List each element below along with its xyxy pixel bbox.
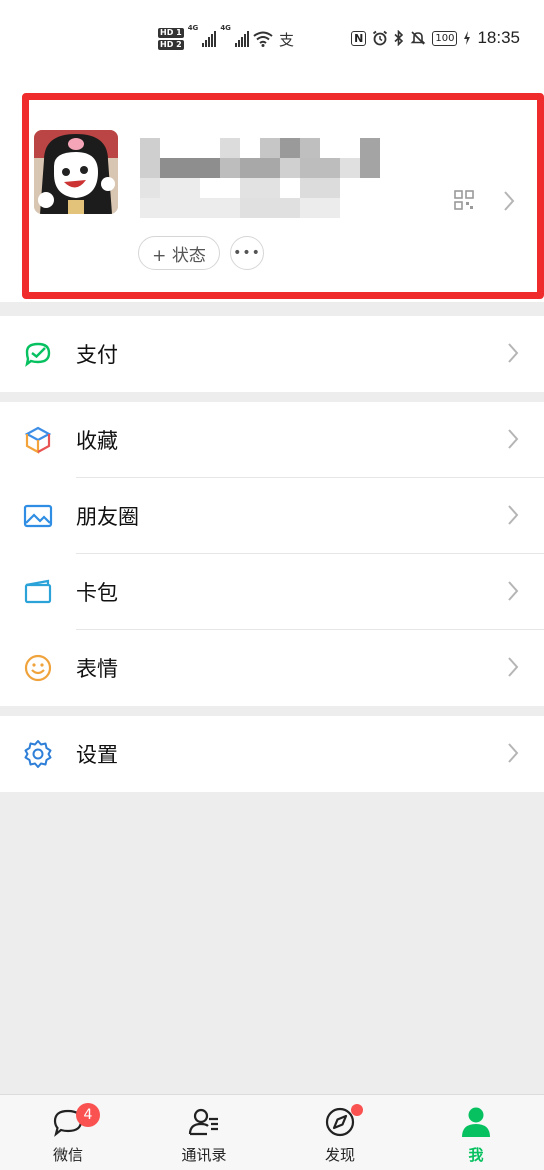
status-bar: HD 1 HD 2 4G 4G 支 N 100 18:35 [0, 0, 544, 80]
charging-icon [464, 31, 471, 45]
settings-gear-icon [24, 740, 52, 768]
smiley-icon [24, 654, 52, 682]
menu-item-pay[interactable]: 支付 [0, 316, 544, 392]
wifi-icon [253, 31, 273, 47]
signal-strength-icon [234, 31, 249, 47]
nfc-icon: N [351, 30, 367, 46]
menu-item-favorites[interactable]: 收藏 [0, 402, 544, 478]
unread-badge: 4 [76, 1103, 100, 1127]
person-icon [462, 1107, 490, 1137]
tab-label: 我 [468, 1146, 484, 1164]
add-status-label: + 状态 [152, 245, 206, 266]
menu-item-label: 支付 [76, 343, 118, 367]
chevron-right-icon [508, 505, 519, 525]
tab-label: 发现 [324, 1146, 355, 1164]
network-type-1: 4G [187, 24, 199, 32]
notification-dot [351, 1104, 363, 1116]
tab-chats[interactable]: 4 微信 [0, 1095, 136, 1170]
qr-code-icon[interactable] [454, 190, 474, 210]
menu-item-stickers[interactable]: 表情 [0, 630, 544, 706]
avatar[interactable] [34, 130, 118, 214]
blurred-name-and-id [140, 138, 380, 220]
tab-label: 通讯录 [181, 1146, 227, 1164]
bluetooth-icon [394, 30, 404, 46]
hd-badge-2: HD 2 [158, 40, 184, 50]
tab-me[interactable]: 我 [408, 1095, 544, 1170]
more-button[interactable]: ••• [230, 236, 264, 270]
favorites-cube-icon [24, 426, 52, 454]
tab-contacts[interactable]: 通讯录 [136, 1095, 272, 1170]
mute-bell-icon [410, 31, 426, 45]
menu-item-label: 卡包 [76, 581, 118, 605]
add-status-button[interactable]: + 状态 [138, 236, 220, 270]
tab-label: 微信 [52, 1146, 83, 1164]
chevron-right-icon [508, 343, 519, 363]
menu-item-label: 朋友圈 [76, 505, 139, 529]
menu-item-label: 表情 [76, 657, 118, 681]
battery-indicator: 100 [432, 30, 458, 46]
signal-strength-icon [202, 31, 217, 47]
profile-card[interactable]: + 状态 ••• [0, 80, 544, 302]
contacts-icon [188, 1108, 218, 1136]
alipay-status-icon: 支 [278, 30, 294, 49]
menu-group-main: 收藏 朋友圈 卡包 表情 [0, 402, 544, 706]
menu-item-settings[interactable]: 设置 [0, 716, 544, 792]
more-dots-icon: ••• [233, 245, 261, 261]
network-indicators: HD 1 HD 2 4G 4G 支 [158, 24, 294, 54]
pay-icon [25, 342, 51, 367]
chevron-right-icon[interactable] [503, 190, 515, 212]
network-type-2: 4G [220, 24, 231, 32]
chevron-right-icon [508, 429, 519, 449]
tab-discover[interactable]: 发现 [272, 1095, 408, 1170]
system-indicators: N 100 18:35 [351, 28, 520, 48]
card-wallet-icon [24, 579, 52, 604]
bottom-tab-bar: 4 微信 通讯录 发现 我 [0, 1094, 544, 1170]
chevron-right-icon [508, 743, 519, 763]
menu-item-label: 设置 [76, 743, 118, 767]
menu-group-pay: 支付 [0, 316, 544, 392]
clock: 18:35 [477, 28, 520, 47]
hd-badge-1: HD 1 [158, 28, 184, 38]
chevron-right-icon [508, 657, 519, 677]
menu-item-moments[interactable]: 朋友圈 [0, 478, 544, 554]
menu-group-settings: 设置 [0, 716, 544, 792]
chevron-right-icon [508, 581, 519, 601]
menu-item-card-wallet[interactable]: 卡包 [0, 554, 544, 630]
menu-item-label: 收藏 [76, 429, 118, 453]
alarm-icon [373, 30, 388, 46]
moments-picture-icon [23, 504, 53, 528]
